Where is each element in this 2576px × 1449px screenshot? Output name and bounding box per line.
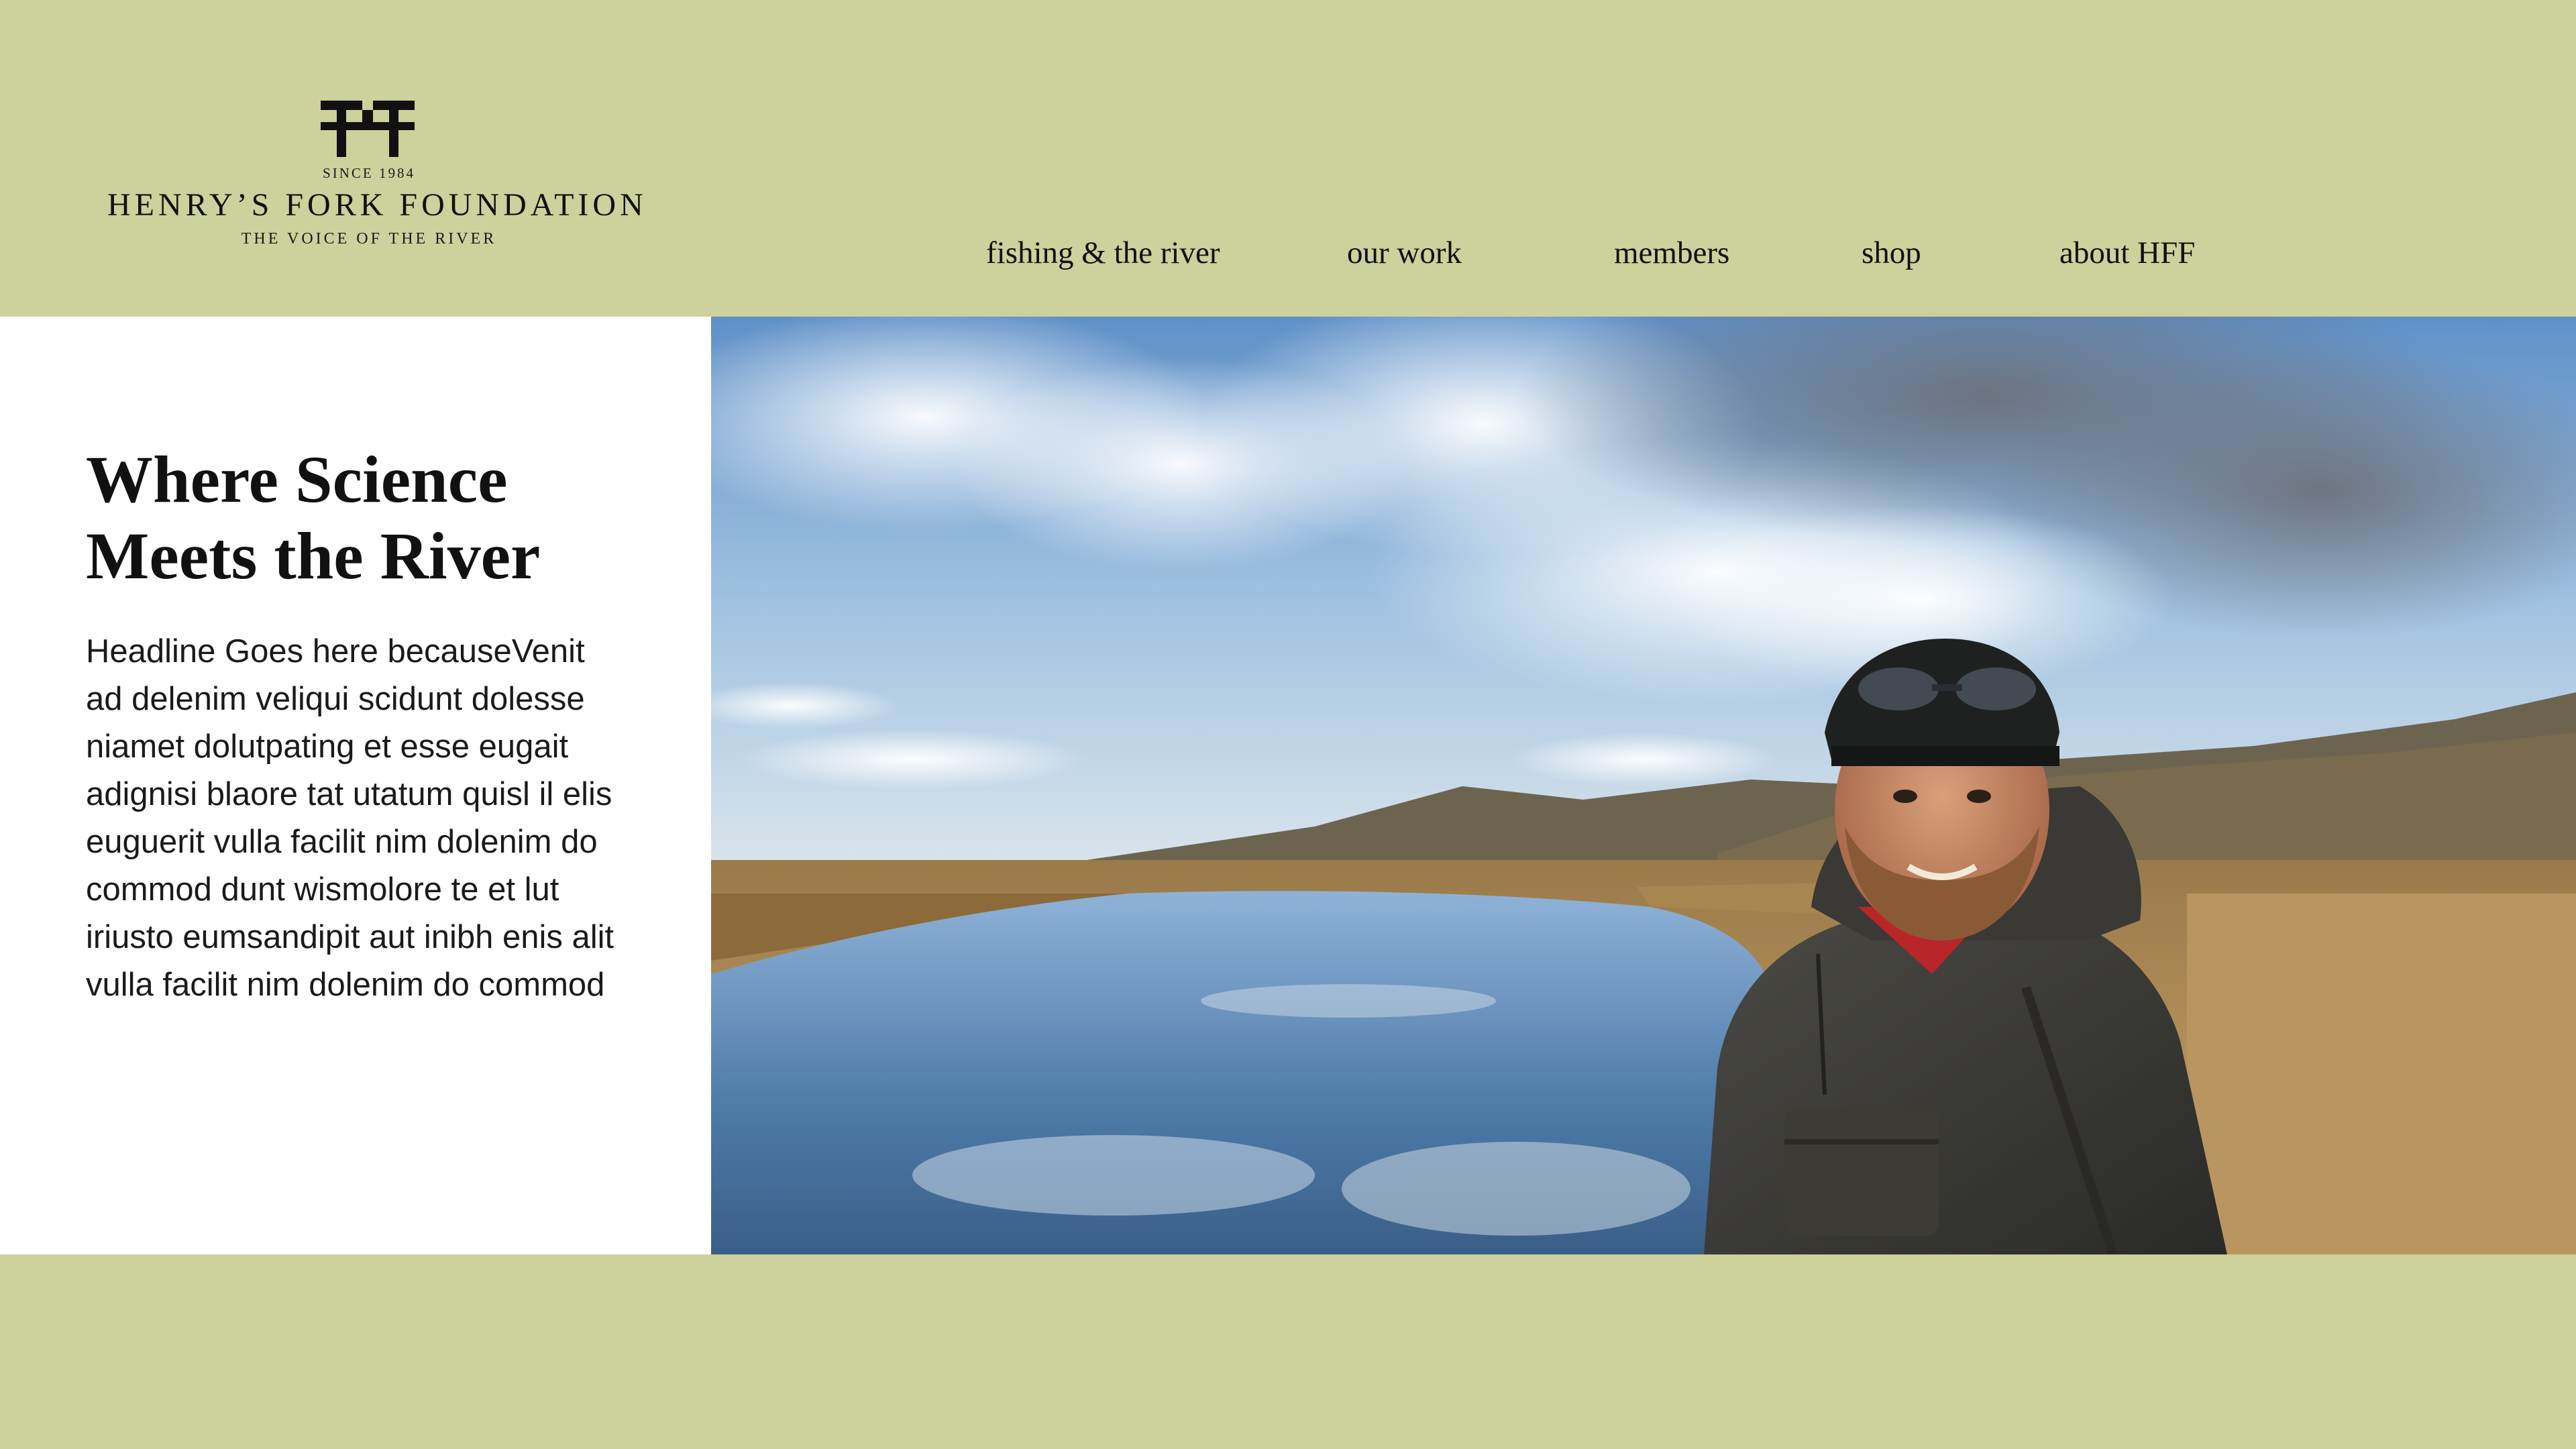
logo-since: SINCE 1984	[323, 165, 415, 181]
hff-monogram-icon	[321, 101, 415, 157]
nav-item-our-work[interactable]: our work	[1347, 235, 1462, 271]
hero-body-line: niamet dolutpating et esse eugait	[86, 729, 569, 765]
hero-body-line: ad delenim veliqui scidunt dolesse	[86, 681, 585, 717]
main-nav: fishing & the river our work members sho…	[0, 235, 2576, 275]
footer-band	[0, 1254, 2576, 1449]
hero-body-line: euguerit vulla facilit nim dolenim do	[86, 824, 598, 860]
hero-title-line-2: Meets the River	[86, 519, 541, 593]
hero-photo	[711, 317, 2576, 1254]
hero-title: Where Science Meets the River	[86, 441, 676, 594]
nav-item-fishing-the-river[interactable]: fishing & the river	[986, 235, 1220, 271]
nav-item-members[interactable]: members	[1614, 235, 1729, 271]
hero-title-line-1: Where Science	[86, 442, 508, 517]
hero-body-line: iriusto eumsandipit aut inibh enis alit	[86, 919, 614, 955]
angler-river-photo	[711, 317, 2576, 1254]
logo-name: HENRY’S FORK FOUNDATION	[107, 187, 647, 223]
hero-body-line: vulla facilit nim dolenim do commod	[86, 967, 605, 1003]
hero-body-line: commod dunt wismolore te et lut	[86, 871, 559, 908]
hero-body-line: adignisi blaore tat utatum quisl il elis	[86, 776, 612, 812]
nav-item-about-hff[interactable]: about HFF	[2059, 235, 2195, 271]
site-logo[interactable]: SINCE 1984 HENRY’S FORK FOUNDATION THE V…	[107, 101, 647, 255]
hero-body-line: Headline Goes here becauseVenit	[86, 633, 585, 669]
hero-text-panel: Where Science Meets the River Headline G…	[0, 317, 711, 1254]
site-header: SINCE 1984 HENRY’S FORK FOUNDATION THE V…	[0, 0, 2576, 317]
hero-body: Headline Goes here becauseVenit ad delen…	[86, 628, 676, 1009]
nav-item-shop[interactable]: shop	[1862, 235, 1921, 271]
